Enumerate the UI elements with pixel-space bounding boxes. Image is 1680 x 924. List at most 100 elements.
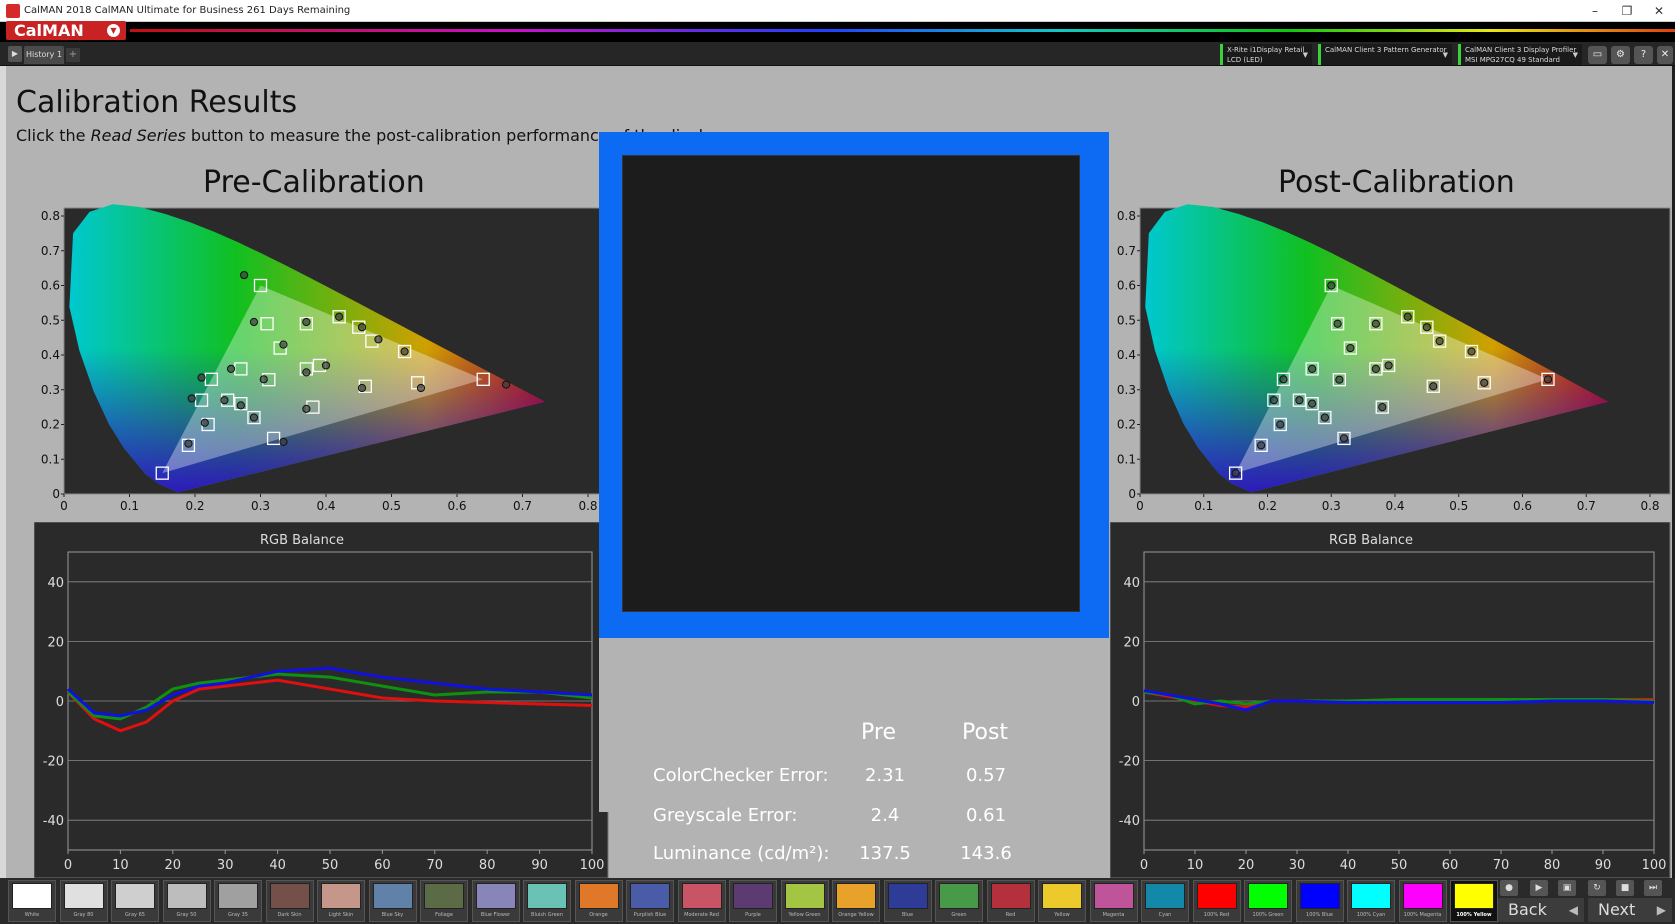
x-tick-label: 0.3 [251,499,270,513]
measured-point [240,270,249,280]
close-icon[interactable]: ✕ [1657,46,1673,64]
measured-point [249,317,259,327]
display-profiler-selector[interactable]: CalMAN Client 3 Display Profiler MSI MPG… [1458,44,1582,65]
swatch-moderate-red[interactable]: Moderate Red [677,880,726,922]
meter-device-selector[interactable]: X-Rite i1Display Retail LCD (LED) ▼ [1220,44,1312,65]
y-tick-label: 40 [47,576,64,591]
swatch-dark-skin[interactable]: Dark Skin [265,880,314,922]
swatch-label: Bluish Green [531,912,563,918]
measured-point [1371,319,1380,328]
pattern-generator-selector[interactable]: CalMAN Client 3 Pattern Generator ▼ [1318,44,1452,65]
help-icon[interactable]: ? [1634,46,1653,64]
measured-point [197,373,206,382]
stop-icon[interactable]: ■ [1616,880,1634,896]
swatch-cyan[interactable]: Cyan [1141,880,1189,922]
tab-history-1[interactable]: History 1 [24,46,64,64]
swatch-blue-sky[interactable]: Blue Sky [368,880,417,922]
swatch-green[interactable]: Green [935,880,983,922]
measured-point [279,340,288,349]
swatch-yellow[interactable]: Yellow [1038,880,1086,922]
x-tick-label: 0.2 [185,499,204,513]
skip-icon[interactable]: ⏭ [1644,880,1662,896]
swatch-purplish-blue[interactable]: Purplish Blue [626,880,674,922]
swatch-color-chip [475,883,516,909]
swatch-gray-80[interactable]: Gray 80 [59,880,108,922]
luminance-label: Luminance (cd/m²): [653,843,830,864]
y-tick-label: -20 [43,755,64,770]
swatch-label: Blue Flower [480,912,511,918]
swatch-white[interactable]: White [8,880,56,922]
measured-point [220,396,229,405]
next-arrow-icon: ▶ [1656,903,1666,917]
swatch-bluish-green[interactable]: Bluish Green [523,880,571,922]
swatch-color-chip [63,883,104,909]
post-cie-chromaticity-chart: 0 0.1 0.2 0.3 0.4 0.5 0.6 0.7 0.8 0 0.1 0.2 0.3 0.4 0.… [1117,204,1671,513]
swatch-label: Gray 35 [228,912,248,918]
colorchecker-error-post: 0.57 [965,765,1007,786]
measured-point [357,383,367,393]
swatch-blue-flower[interactable]: Blue Flower [471,880,520,922]
swatch-100-magenta[interactable]: 100% Magenta [1398,880,1447,922]
luminance-post: 143.6 [960,843,1012,864]
swatch-gray-35[interactable]: Gray 35 [214,880,262,922]
play-icon[interactable]: ▶ [8,46,22,62]
add-tab-button[interactable]: + [66,48,80,62]
measured-point [302,404,311,413]
x-tick-label: 100 [1642,858,1667,873]
swatch-label: Green [951,912,967,918]
swatch-label: Yellow [1054,912,1070,918]
swatch-100-green[interactable]: 100% Green [1244,880,1292,922]
measured-point [279,437,288,446]
x-tick-label: 20 [1238,858,1255,873]
x-tick-label: 20 [165,858,182,873]
calman-logo-menu[interactable]: CalMAN ▼ [6,21,126,40]
loop-icon[interactable]: ↻ [1588,880,1606,896]
next-label: Next [1598,900,1636,919]
pattern-preview [622,155,1080,612]
x-tick-label: 70 [1493,858,1510,873]
swatch-foliage[interactable]: Foliage [420,880,468,922]
y-tick-label: 0.1 [1117,452,1136,466]
play-icon[interactable]: ▶ [1530,880,1548,896]
minimize-button[interactable]: – [1580,2,1610,20]
swatch-blue[interactable]: Blue [883,880,932,922]
swatch-gray-65[interactable]: Gray 65 [111,880,159,922]
swatch-purple[interactable]: Purple [729,880,777,922]
device-name: X-Rite i1Display Retail [1227,46,1305,54]
swatch-color-chip [12,883,52,909]
swatch-gray-50[interactable]: Gray 50 [162,880,211,922]
window-close-button[interactable]: ✕ [1644,2,1674,20]
measured-point [1422,323,1431,332]
x-tick-label: 60 [1442,858,1459,873]
swatch-orange-yellow[interactable]: Orange Yellow [832,880,880,922]
measured-point [200,418,209,427]
measured-point [1295,396,1304,405]
back-button[interactable]: Back ◀ [1498,898,1584,922]
window-titlebar: CalMAN 2018 CalMAN Ultimate for Business… [0,0,1680,22]
swatch-red[interactable]: Red [986,880,1035,922]
measured-point [1480,378,1489,387]
y-tick-label: 0.3 [1117,383,1136,397]
swatch-100-blue[interactable]: 100% Blue [1295,880,1344,922]
y-tick-label: 0 [1132,695,1140,710]
rgb-panel [34,522,609,878]
swatch-label: 100% Red [1203,912,1230,918]
swatch-light-skin[interactable]: Light Skin [317,880,365,922]
measured-point [400,347,409,356]
swatch-100-red[interactable]: 100% Red [1192,880,1241,922]
save-icon[interactable]: ▣ [1558,880,1576,896]
next-button[interactable]: Next ▶ [1588,898,1672,922]
x-tick-label: 0 [1140,858,1148,873]
record-icon[interactable]: ● [1500,880,1518,896]
swatch-orange[interactable]: Orange [574,880,623,922]
y-tick-label: 0 [56,695,64,710]
swatch-100-yellow[interactable]: 100% Yellow [1450,880,1498,922]
swatch-magenta[interactable]: Magenta [1089,880,1138,922]
x-tick-label: 0.8 [578,499,597,513]
restore-button[interactable]: ❐ [1612,2,1642,20]
x-tick-label: 0.3 [1322,499,1341,513]
monitor-icon[interactable]: ▭ [1588,46,1607,64]
gear-icon[interactable]: ⚙ [1611,46,1630,64]
swatch-100-cyan[interactable]: 100% Cyan [1347,880,1395,922]
swatch-yellow-green[interactable]: Yellow Green [780,880,829,922]
